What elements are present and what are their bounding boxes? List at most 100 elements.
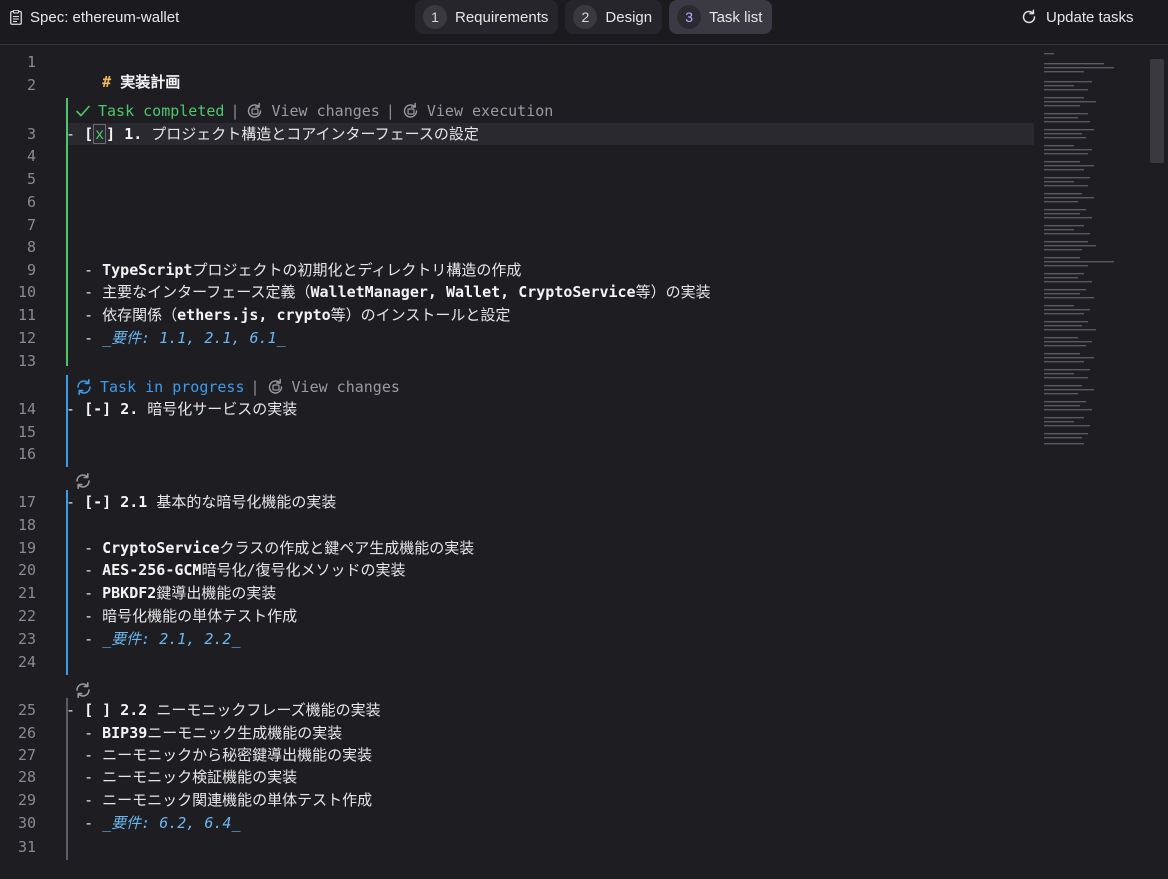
tab-requirements[interactable]: 1 Requirements: [415, 0, 559, 34]
subtask-line[interactable]: - [-] 2.1 基本的な暗号化機能の実装: [66, 492, 336, 512]
item-text: 依存関係（: [102, 306, 178, 324]
list-item: - _要件: 1.1, 2.1, 6.1_: [66, 328, 286, 348]
heading-text: 実装計画: [120, 73, 181, 91]
list-dash: -: [84, 584, 103, 602]
checkbox-open: [: [84, 125, 94, 143]
task2-code-lens: Task in progress | View changes: [74, 377, 400, 397]
tab-task-list[interactable]: 3 Task list: [669, 0, 773, 34]
list-dash: -: [84, 746, 103, 764]
list-dash: -: [84, 768, 103, 786]
tab-number: 1: [423, 5, 447, 29]
view-changes-link[interactable]: View changes: [292, 377, 400, 397]
line-number: 15: [17, 423, 36, 441]
code-term: CryptoService: [102, 539, 220, 557]
list-item: - _要件: 6.2, 6.4_: [66, 813, 241, 833]
line-number: 8: [26, 238, 36, 256]
line-number: 17: [17, 493, 36, 511]
view-execution-icon: [403, 102, 418, 118]
task-title: 暗号化サービスの実装: [147, 400, 298, 418]
list-item: - BIP39ニーモニック生成機能の実装: [66, 723, 342, 743]
tab-label: Task list: [709, 8, 763, 26]
item-text: クラスの作成と鍵ペア生成機能の実装: [219, 539, 475, 557]
list-dash: -: [66, 701, 85, 719]
view-execution-link[interactable]: View execution: [427, 101, 553, 121]
list-dash: -: [84, 724, 103, 742]
list-dash: -: [84, 561, 103, 579]
tab-design[interactable]: 2 Design: [565, 0, 663, 34]
task-number: 1.: [124, 125, 143, 143]
code-term: AES-256-GCM: [102, 561, 202, 579]
task-title: 基本的な暗号化機能の実装: [156, 493, 337, 511]
item-text: ニーモニック検証機能の実装: [102, 768, 298, 786]
line-number: 31: [17, 838, 36, 856]
line-number: 24: [17, 653, 36, 671]
task2-line[interactable]: - [-] 2. 暗号化サービスの実装: [66, 399, 297, 419]
line-number: 14: [17, 400, 36, 418]
task-checkbox[interactable]: [ ]: [84, 701, 111, 719]
list-item: - ニーモニックから秘密鍵導出機能の実装: [66, 745, 372, 765]
list-item: - 主要なインターフェース定義（WalletManager, Wallet, C…: [66, 282, 711, 302]
line-number: 28: [17, 768, 36, 786]
task1-line[interactable]: - [x] 1. プロジェクト構造とコアインターフェースの設定: [66, 124, 479, 144]
code-term: TypeScript: [102, 261, 193, 279]
list-item: - 暗号化機能の単体テスト作成: [66, 606, 297, 626]
item-text: 暗号化/復号化メソッドの実装: [201, 561, 406, 579]
line-number: 29: [17, 791, 36, 809]
line-number: 10: [17, 283, 36, 301]
spec-tabs: 1 Requirements 2 Design 3 Task list: [415, 0, 773, 34]
line-number: 21: [17, 584, 36, 602]
list-dash: -: [84, 607, 103, 625]
line-number: 16: [17, 445, 36, 463]
code-term: ethers.js, crypto: [177, 306, 331, 324]
spec-title: Spec: ethereum-wallet: [10, 7, 179, 27]
list-dash: -: [84, 814, 103, 832]
tab-number: 3: [677, 5, 702, 29]
task-title: プロジェクト構造とコアインターフェースの設定: [151, 125, 479, 143]
list-item: - ニーモニック関連機能の単体テスト作成: [66, 790, 372, 810]
line-number: 5: [26, 170, 36, 188]
list-dash: -: [84, 306, 103, 324]
view-changes-icon: [248, 102, 262, 118]
list-dash: -: [84, 283, 103, 301]
update-tasks-button[interactable]: Update tasks: [1020, 7, 1134, 27]
item-text: ニーモニック関連機能の単体テスト作成: [102, 791, 373, 809]
task-completed-label[interactable]: Task completed: [98, 101, 224, 121]
line-number: 27: [17, 746, 36, 764]
list-item: - AES-256-GCM暗号化/復号化メソッドの実装: [66, 560, 406, 580]
heading-marker: #: [102, 73, 112, 91]
task-in-progress-label[interactable]: Task in progress: [100, 377, 245, 397]
sync-icon[interactable]: [73, 680, 93, 700]
list-dash: -: [84, 630, 103, 648]
requirements-ref: _要件: 6.2, 6.4_: [102, 814, 241, 832]
view-changes-link[interactable]: View changes: [271, 101, 379, 121]
task-checkbox[interactable]: x: [93, 124, 107, 144]
list-item: - ニーモニック検証機能の実装: [66, 767, 297, 787]
tab-number: 2: [573, 5, 598, 29]
code-term: BIP39: [102, 724, 148, 742]
list-item: - 依存関係（ethers.js, crypto等）のインストールと設定: [66, 305, 510, 325]
sync-icon[interactable]: [73, 471, 93, 491]
subtask-line[interactable]: - [ ] 2.2 ニーモニックフレーズ機能の実装: [66, 700, 381, 720]
task-checkbox[interactable]: [-]: [84, 400, 111, 418]
list-item: - TypeScriptプロジェクトの初期化とディレクトリ構造の作成: [66, 260, 521, 280]
item-text: 等）のインストールと設定: [330, 306, 511, 324]
line-number: 26: [17, 724, 36, 742]
view-changes-icon: [268, 378, 282, 394]
line-number: 20: [17, 561, 36, 579]
line-number: 25: [17, 701, 36, 719]
vertical-scrollbar[interactable]: [1150, 59, 1164, 163]
editor[interactable]: 1 2 3 4 5 6 7 8 9 10 11 12 13 14 15 16 1…: [0, 45, 1168, 879]
separator: |: [385, 102, 395, 120]
line-number: 4: [26, 147, 36, 165]
task-checkbox[interactable]: [-]: [84, 493, 111, 511]
line-number: 2: [26, 76, 36, 94]
separator: |: [230, 102, 240, 120]
line-number: 7: [26, 216, 36, 234]
line-number: 30: [17, 814, 36, 832]
minimap[interactable]: [1040, 51, 1140, 451]
requirements-ref: _要件: 1.1, 2.1, 6.1_: [102, 329, 286, 347]
line-number: 13: [17, 352, 36, 370]
task1-code-lens: Task completed | View changes | View exe…: [74, 101, 553, 121]
list-item: - PBKDF2鍵導出機能の実装: [66, 583, 276, 603]
line-number: 23: [17, 630, 36, 648]
